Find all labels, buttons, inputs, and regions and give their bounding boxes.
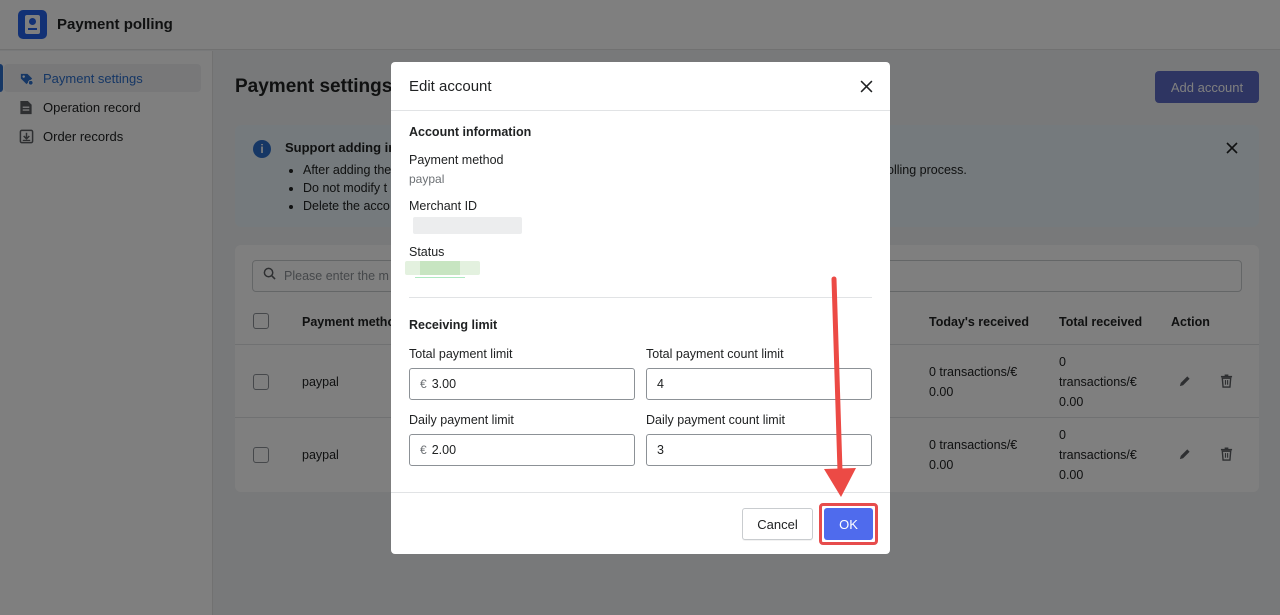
- total-count-limit-field[interactable]: [646, 368, 872, 400]
- payment-method-value: paypal: [409, 172, 445, 186]
- section-divider: [409, 297, 872, 298]
- total-payment-limit-field[interactable]: €: [409, 368, 635, 400]
- daily-payment-limit-input[interactable]: [431, 443, 602, 457]
- total-payment-limit-input[interactable]: [431, 377, 602, 391]
- ok-button[interactable]: OK: [824, 508, 873, 540]
- account-info-heading: Account information: [409, 125, 532, 139]
- edit-account-dialog: Edit account Account information Payment…: [391, 62, 890, 554]
- currency-prefix: €: [420, 377, 427, 391]
- cancel-button[interactable]: Cancel: [742, 508, 813, 540]
- currency-prefix: €: [420, 443, 427, 457]
- close-icon[interactable]: [857, 77, 875, 95]
- receiving-limit-heading: Receiving limit: [409, 318, 498, 332]
- dialog-footer: Cancel OK: [391, 492, 890, 554]
- merchant-id-label: Merchant ID: [409, 199, 478, 213]
- daily-payment-limit-label: Daily payment limit: [409, 413, 514, 427]
- total-count-limit-input[interactable]: [657, 377, 827, 391]
- daily-count-limit-field[interactable]: [646, 434, 872, 466]
- total-payment-limit-label: Total payment limit: [409, 347, 513, 361]
- dialog-title: Edit account: [409, 78, 492, 95]
- daily-count-limit-label: Daily payment count limit: [646, 413, 785, 427]
- daily-payment-limit-field[interactable]: €: [409, 434, 635, 466]
- merchant-id-redacted: [413, 217, 522, 234]
- dialog-header: Edit account: [391, 62, 890, 111]
- status-label: Status: [409, 245, 445, 259]
- payment-method-label: Payment method: [409, 153, 504, 167]
- total-count-limit-label: Total payment count limit: [646, 347, 784, 361]
- daily-count-limit-input[interactable]: [657, 443, 827, 457]
- status-badge-redacted: [405, 261, 480, 278]
